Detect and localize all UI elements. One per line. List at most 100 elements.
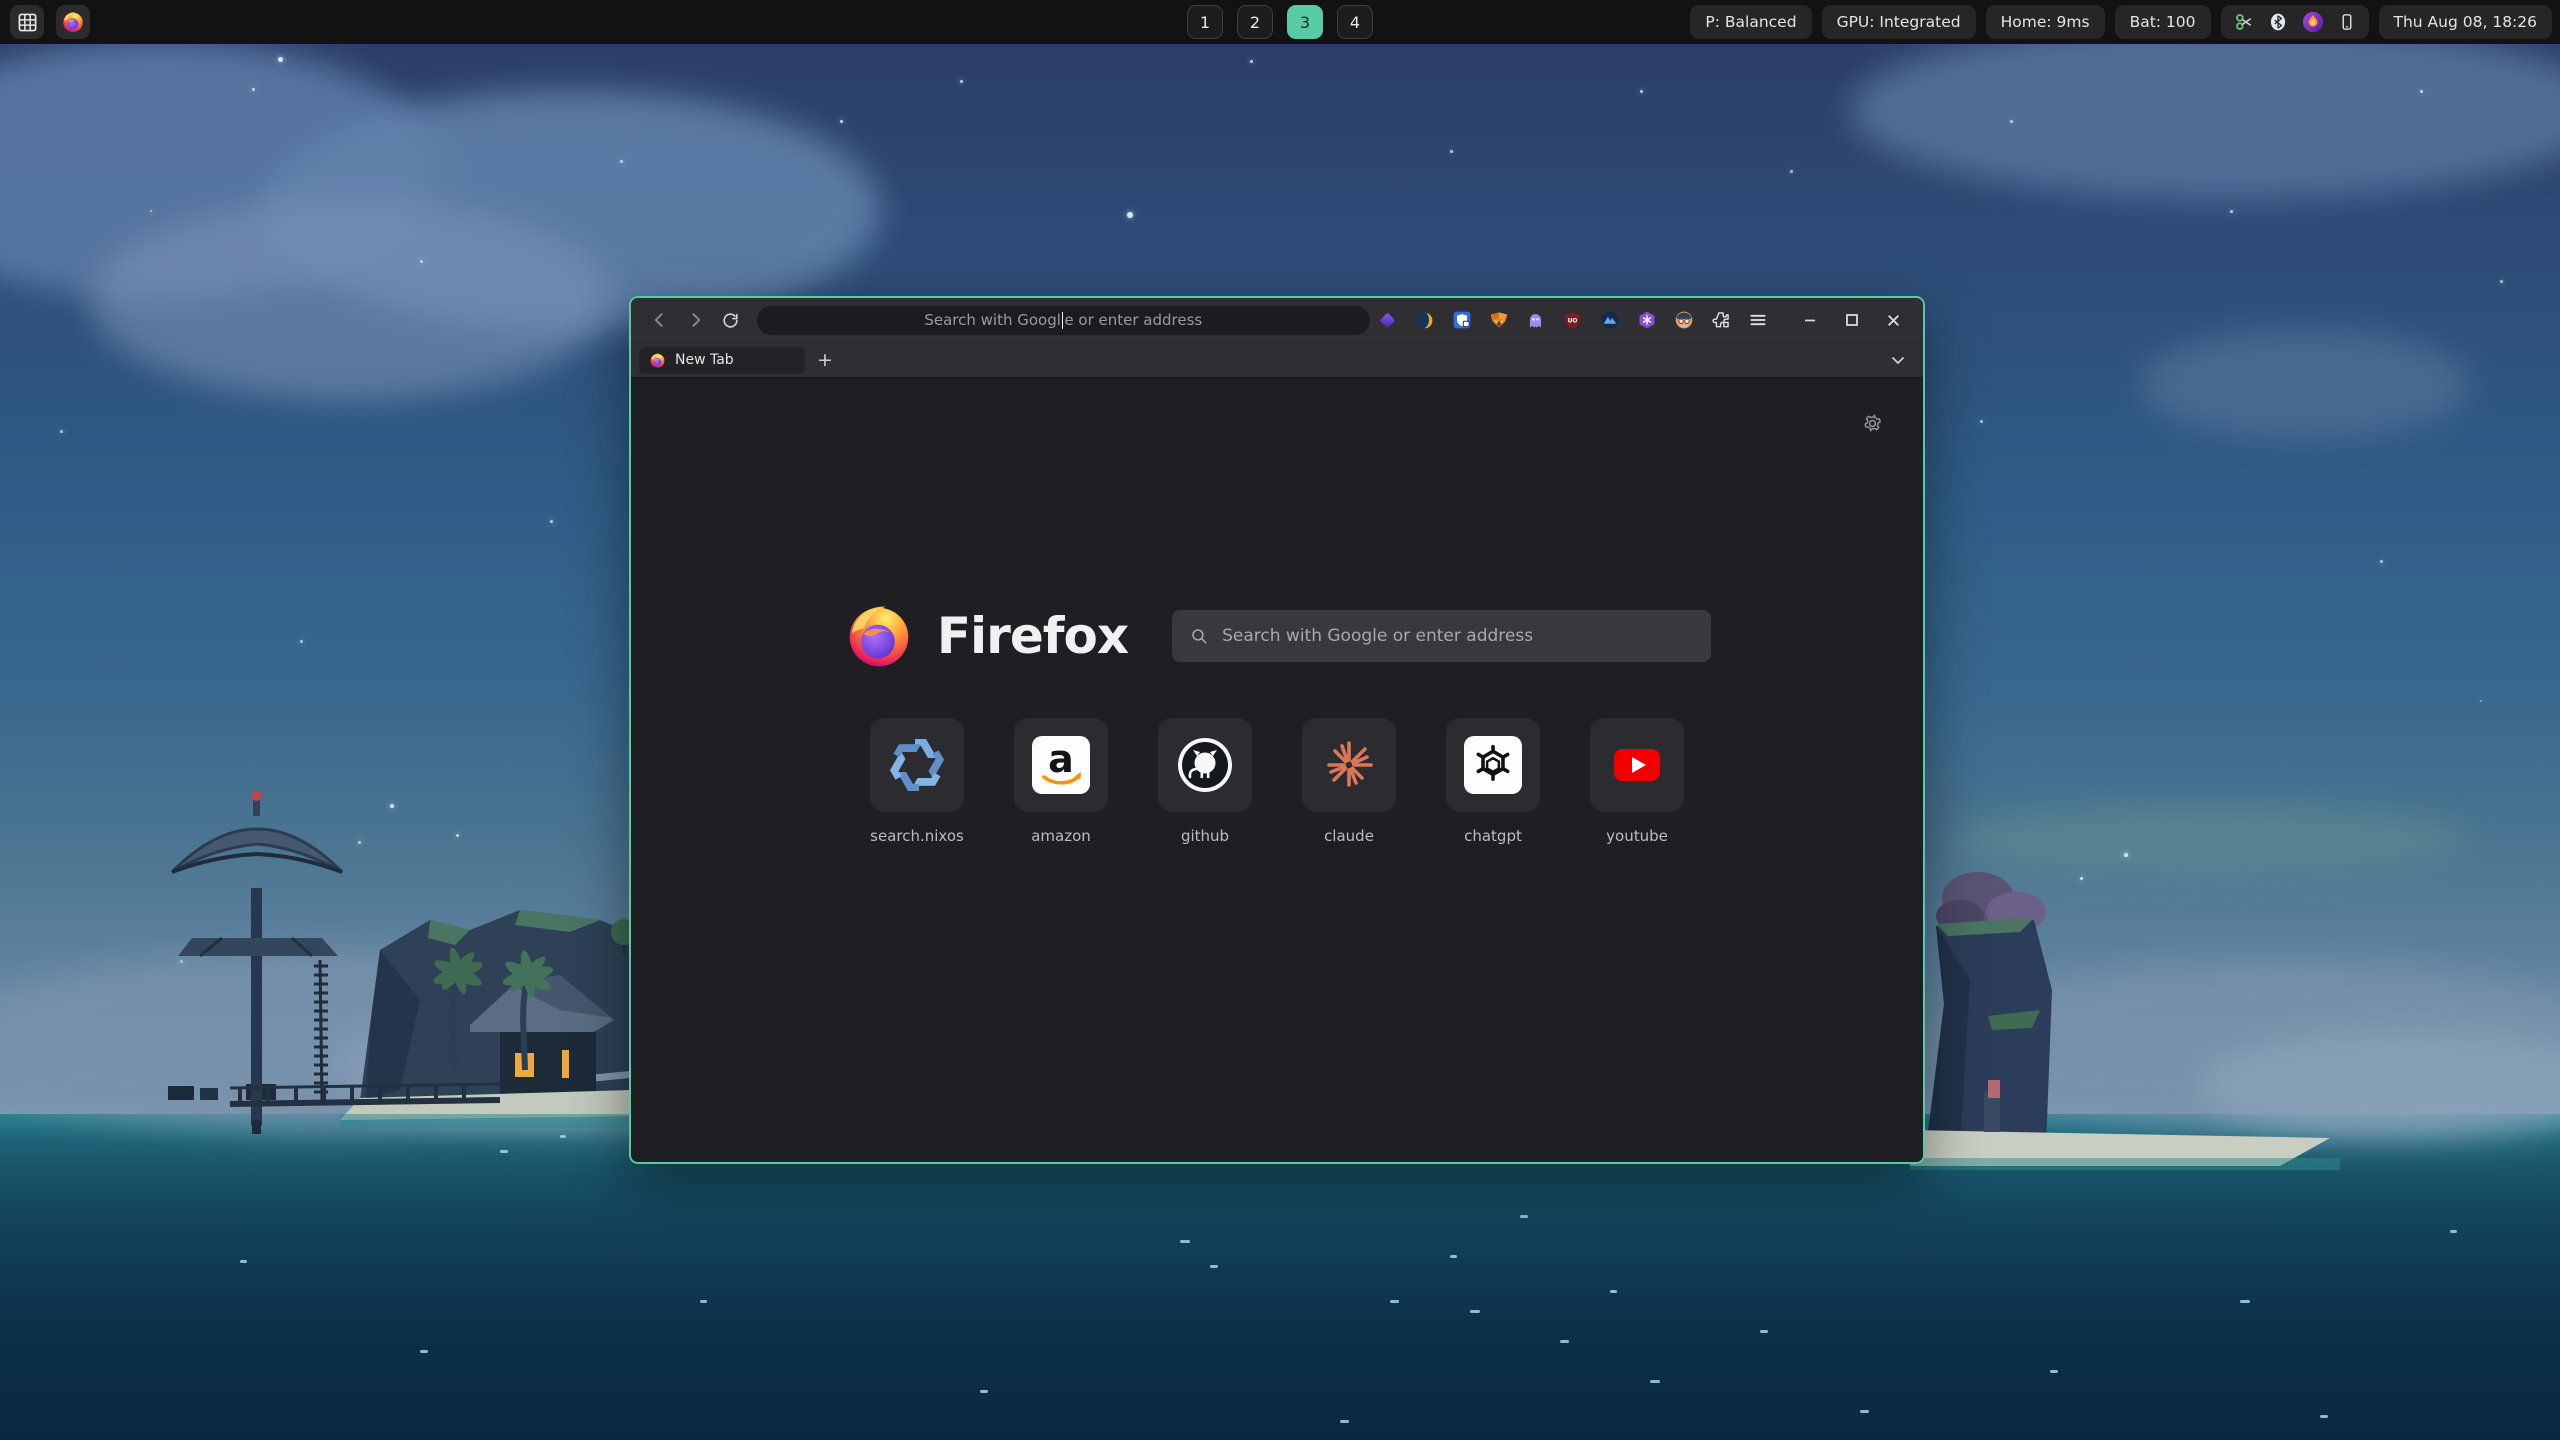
menu-button[interactable] bbox=[1746, 308, 1770, 332]
close-button[interactable] bbox=[1885, 311, 1903, 329]
cloud bbox=[2140, 330, 2470, 440]
app-launcher-button[interactable] bbox=[10, 5, 44, 39]
star bbox=[2500, 280, 2503, 283]
shortcut-amazon[interactable]: a amazon bbox=[1014, 718, 1108, 845]
star bbox=[2480, 700, 2482, 702]
wave-glint bbox=[1760, 1330, 1768, 1333]
wave-glint bbox=[1650, 1380, 1660, 1383]
flame-icon[interactable] bbox=[2302, 11, 2324, 33]
vpn-extension-button[interactable] bbox=[1598, 308, 1622, 332]
disguise-face-icon bbox=[1674, 310, 1694, 330]
url-bar[interactable]: Search with Google or enter address bbox=[757, 306, 1370, 335]
firefox-launcher-button[interactable] bbox=[56, 5, 90, 39]
shortcut-tile bbox=[870, 718, 964, 812]
urlbar-placeholder-after: e or enter address bbox=[1064, 311, 1202, 329]
minimize-button[interactable] bbox=[1801, 311, 1819, 329]
top-status-bar: 1 2 3 4 P: Balanced GPU: Integrated Home… bbox=[0, 0, 2560, 44]
star bbox=[1640, 90, 1643, 93]
extension-icons-row: UO bbox=[1376, 308, 1909, 332]
star bbox=[252, 88, 255, 91]
star bbox=[1790, 170, 1793, 173]
phone-icon[interactable] bbox=[2338, 12, 2356, 32]
extensions-button[interactable] bbox=[1709, 308, 1733, 332]
shield-lock-icon bbox=[1452, 310, 1472, 330]
disguise-face-extension-button[interactable] bbox=[1672, 308, 1696, 332]
gpu-status-pill[interactable]: GPU: Integrated bbox=[1822, 5, 1976, 39]
newtab-search-field[interactable]: Search with Google or enter address bbox=[1172, 610, 1711, 662]
back-button[interactable] bbox=[645, 306, 674, 334]
wave-glint bbox=[1210, 1265, 1218, 1268]
power-profile-pill[interactable]: P: Balanced bbox=[1690, 5, 1811, 39]
newtab-hero: Firefox Search with Google or enter addr… bbox=[631, 600, 1923, 672]
star bbox=[1980, 420, 1983, 423]
ping-status-pill[interactable]: Home: 9ms bbox=[1986, 5, 2105, 39]
star bbox=[300, 640, 303, 643]
browser-toolbar: Search with Google or enter address bbox=[631, 298, 1923, 343]
wave-glint bbox=[420, 1350, 428, 1353]
shortcut-label: claude bbox=[1324, 827, 1374, 845]
text-caret bbox=[1062, 312, 1064, 329]
wave-glint bbox=[2320, 1415, 2328, 1418]
workspace-button-2[interactable]: 2 bbox=[1237, 5, 1273, 39]
wave-glint bbox=[1450, 1255, 1457, 1258]
scissors-icon[interactable] bbox=[2234, 12, 2254, 32]
left-island-watchtower bbox=[0, 770, 720, 1170]
wave-glint bbox=[1610, 1290, 1617, 1293]
personalize-newtab-button[interactable] bbox=[1857, 408, 1887, 438]
shortcut-search-nixos[interactable]: search.nixos bbox=[870, 718, 964, 845]
dark-reader-extension-button[interactable] bbox=[1413, 308, 1437, 332]
power-profile-label: P: Balanced bbox=[1705, 13, 1796, 31]
maximize-button[interactable] bbox=[1843, 311, 1861, 329]
gear-icon bbox=[1861, 412, 1884, 435]
shortcut-youtube[interactable]: youtube bbox=[1590, 718, 1684, 845]
list-all-tabs-button[interactable] bbox=[1885, 348, 1911, 372]
nixos-snowflake-icon bbox=[889, 737, 945, 793]
youtube-icon bbox=[1609, 737, 1665, 793]
tab-new-tab[interactable]: New Tab bbox=[639, 347, 805, 374]
forward-button[interactable] bbox=[680, 306, 709, 334]
star bbox=[278, 57, 283, 62]
shortcut-github[interactable]: github bbox=[1158, 718, 1252, 845]
chatgpt-icon bbox=[1464, 736, 1522, 794]
workspace-button-4[interactable]: 4 bbox=[1337, 5, 1373, 39]
open-new-tab-button[interactable]: + bbox=[811, 347, 839, 374]
wave-glint bbox=[2050, 1370, 2058, 1373]
wave-glint bbox=[980, 1390, 988, 1393]
wave-glint bbox=[2240, 1300, 2250, 1303]
wave-glint bbox=[1520, 1215, 1528, 1218]
bluetooth-icon[interactable] bbox=[2268, 12, 2288, 32]
star bbox=[2010, 120, 2013, 123]
clock-pill[interactable]: Thu Aug 08, 18:26 bbox=[2379, 5, 2552, 39]
bitwarden-extension-button[interactable] bbox=[1450, 308, 1474, 332]
reload-button[interactable] bbox=[715, 306, 744, 334]
workspace-button-3[interactable]: 3 bbox=[1287, 5, 1323, 39]
star bbox=[1450, 150, 1453, 153]
shortcut-tile bbox=[1446, 718, 1540, 812]
shortcut-tile bbox=[1590, 718, 1684, 812]
back-icon bbox=[650, 310, 670, 330]
shortcut-claude[interactable]: claude bbox=[1302, 718, 1396, 845]
mountain-circle-icon bbox=[1600, 310, 1620, 330]
shortcut-tile: a bbox=[1014, 718, 1108, 812]
ghostery-extension-button[interactable] bbox=[1524, 308, 1548, 332]
star bbox=[60, 430, 63, 433]
star bbox=[1250, 60, 1253, 63]
purple-diamond-extension-button[interactable] bbox=[1376, 308, 1400, 332]
workspace-button-1[interactable]: 1 bbox=[1187, 5, 1223, 39]
right-island-cliff bbox=[1900, 840, 2560, 1170]
star bbox=[2420, 90, 2423, 93]
wave-glint bbox=[1560, 1340, 1569, 1343]
ping-status-label: Home: 9ms bbox=[2001, 13, 2090, 31]
battery-status-pill[interactable]: Bat: 100 bbox=[2115, 5, 2211, 39]
shortcut-chatgpt[interactable]: chatgpt bbox=[1446, 718, 1540, 845]
urlbar-placeholder-before: Search with Googl bbox=[924, 311, 1061, 329]
wave-glint bbox=[1860, 1410, 1869, 1413]
forward-icon bbox=[685, 310, 705, 330]
battery-status-label: Bat: 100 bbox=[2130, 13, 2196, 31]
new-tab-page: Firefox Search with Google or enter addr… bbox=[631, 378, 1923, 1164]
wave-glint bbox=[1470, 1310, 1480, 1313]
ublock-origin-extension-button[interactable]: UO bbox=[1561, 308, 1585, 332]
metamask-extension-button[interactable] bbox=[1487, 308, 1511, 332]
purple-hexagon-extension-button[interactable] bbox=[1635, 308, 1659, 332]
wave-glint bbox=[1390, 1300, 1399, 1303]
